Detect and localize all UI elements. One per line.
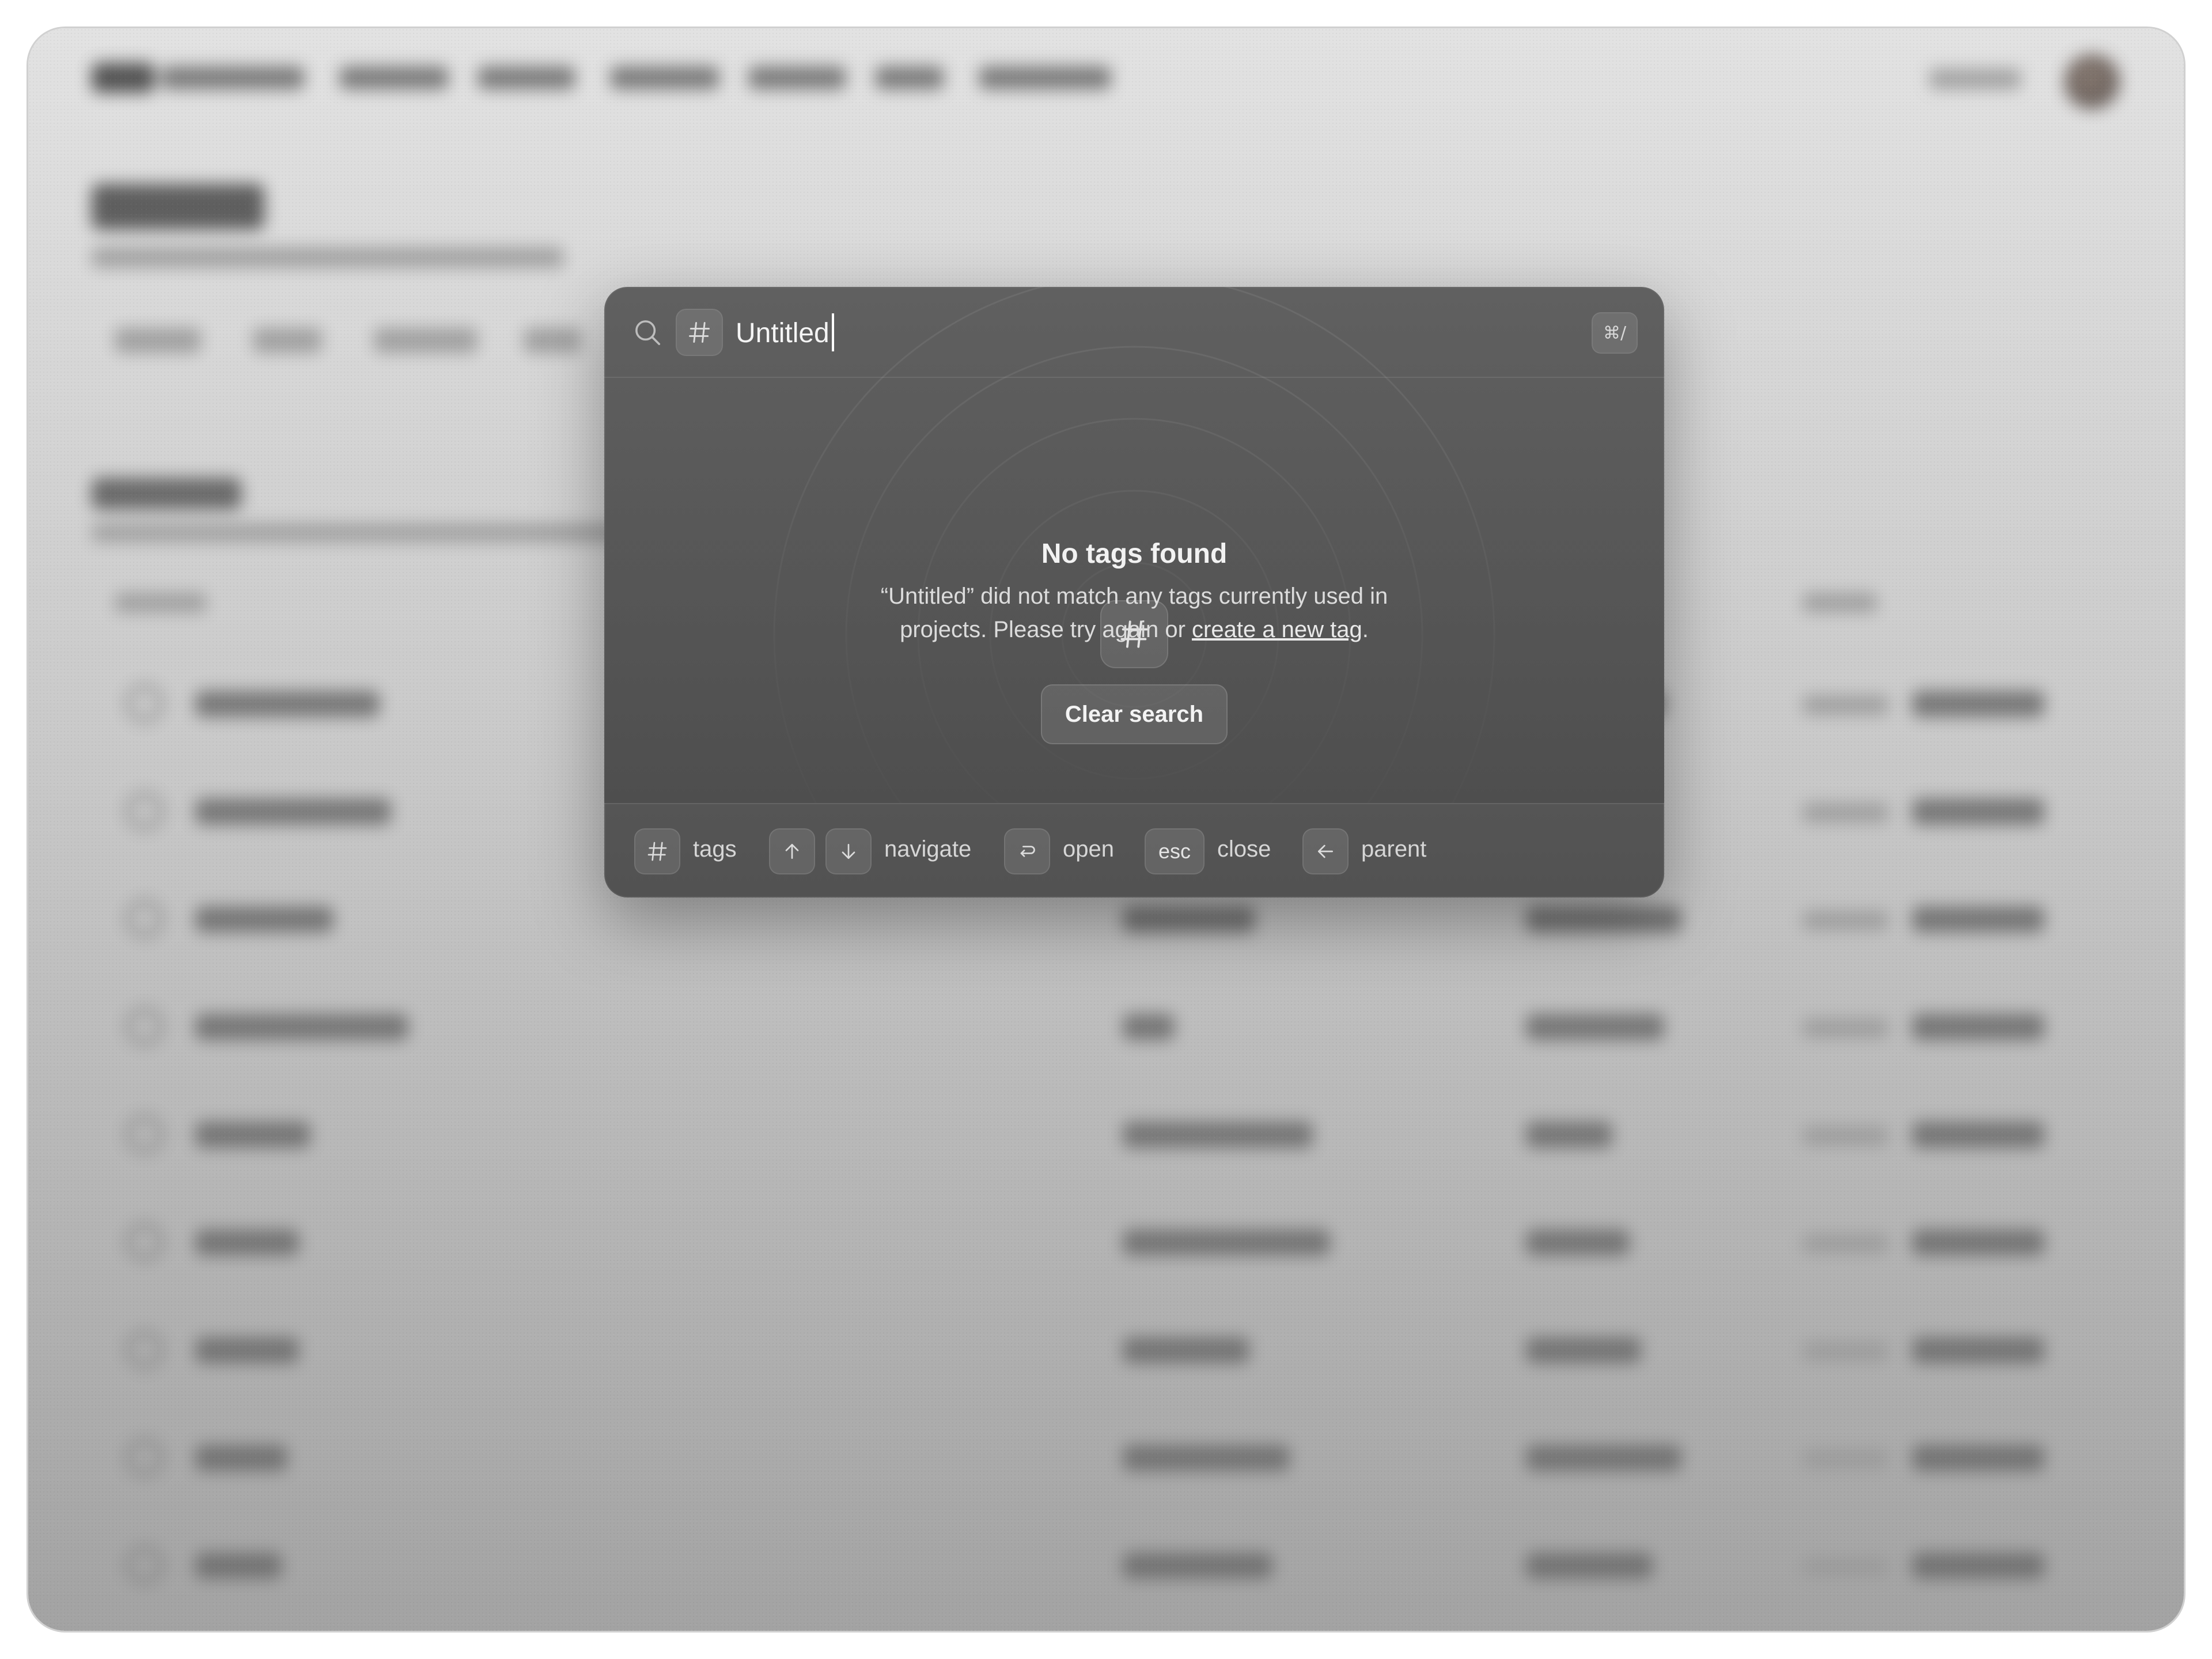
background-row-text — [1802, 911, 1889, 930]
background-row-text — [195, 1445, 287, 1471]
arrow-up-icon — [785, 844, 799, 859]
background-nav-item — [610, 66, 719, 89]
background-row-text — [1802, 695, 1889, 715]
create-tag-link[interactable]: create a new tag — [1192, 617, 1362, 642]
background-table-header — [1802, 593, 1877, 612]
background-table-header — [115, 593, 207, 612]
background-nav-item — [979, 66, 1111, 89]
background-nav-item — [478, 66, 575, 89]
background-row-icon — [126, 1008, 163, 1045]
empty-state-title: No tags found — [1041, 539, 1228, 569]
background-nav-item — [875, 66, 944, 89]
background-row-action — [1912, 1122, 2044, 1148]
enter-key — [1004, 828, 1050, 874]
app-window: ⌘/ — [28, 28, 2184, 1631]
background-row-icon — [126, 685, 163, 722]
empty-state-description-end: . — [1362, 617, 1369, 642]
background-row-text — [195, 1229, 299, 1256]
background-row-text — [1526, 1014, 1664, 1040]
background-row-text — [195, 691, 380, 717]
background-row-action — [1912, 1445, 2044, 1471]
background-tab — [115, 328, 201, 353]
clear-search-button[interactable]: Clear search — [1041, 684, 1228, 744]
background-row-tag — [1123, 906, 1255, 933]
background-row-text — [1802, 1449, 1889, 1469]
background-tab — [374, 328, 478, 353]
background-row-tag — [1123, 1552, 1272, 1579]
esc-key: esc — [1145, 828, 1205, 874]
arrow-down-key — [825, 828, 872, 874]
background-row-action — [1912, 1552, 2044, 1579]
background-row-icon — [126, 793, 163, 830]
background-row-icon — [126, 1439, 163, 1476]
hint-close-label: close — [1217, 836, 1271, 862]
background-row-action — [1912, 1229, 2044, 1256]
background-row-text — [195, 1337, 299, 1363]
background-row-text — [195, 798, 391, 825]
background-row-text — [1526, 1552, 1653, 1579]
background-nav-item — [161, 66, 305, 89]
background-row-action — [1912, 906, 2044, 933]
hash-key — [634, 828, 680, 874]
background-row-tag — [1123, 1122, 1313, 1148]
hint-tags-label: tags — [693, 836, 737, 862]
background-row-tag — [1123, 1014, 1175, 1040]
background-row-text — [1526, 1229, 1630, 1256]
background-logo — [92, 63, 155, 93]
background-section-subtitle — [92, 524, 668, 542]
background-row-text — [1802, 1557, 1889, 1577]
background-row-action — [1912, 1337, 2044, 1363]
background-row-text — [1802, 1126, 1889, 1146]
background-row-text — [1802, 1234, 1889, 1253]
background-row-action — [1912, 798, 2044, 825]
hint-parent-label: parent — [1361, 836, 1427, 862]
background-row-text — [195, 1122, 310, 1148]
tag-search-dialog: ⌘/ — [604, 287, 1664, 897]
hint-open-label: open — [1063, 836, 1114, 862]
background-tab — [253, 328, 322, 353]
background-nav-item — [748, 66, 846, 89]
background-row-tag — [1123, 1445, 1290, 1471]
background-row-text — [1802, 1018, 1889, 1038]
background-row-text — [195, 1552, 282, 1579]
keyboard-hints-footer: tags navigate open esc close parent — [604, 803, 1664, 897]
background-page-subtitle — [92, 247, 564, 268]
background-row-tag — [1123, 1337, 1249, 1363]
background-row-icon — [126, 1116, 163, 1153]
background-row-text — [1526, 1445, 1681, 1471]
hint-navigate-label: navigate — [884, 836, 972, 862]
background-row-text — [1802, 803, 1889, 823]
background-tab — [524, 328, 581, 353]
background-row-text — [1526, 1122, 1612, 1148]
empty-state-description: “Untitled” did not match any tags curren… — [846, 579, 1422, 646]
background-row-icon — [126, 1547, 163, 1584]
background-row-text — [1526, 1337, 1641, 1363]
arrow-left-icon — [1318, 844, 1333, 858]
background-row-tag — [1123, 1229, 1330, 1256]
arrow-up-key — [769, 828, 815, 874]
arrow-left-key — [1302, 828, 1349, 874]
hash-icon — [647, 842, 667, 861]
background-section-title — [92, 478, 241, 510]
enter-icon — [1020, 846, 1035, 857]
background-row-text — [195, 906, 334, 933]
background-row-text — [195, 1014, 408, 1040]
background-row-action — [1912, 691, 2044, 717]
arrow-down-icon — [842, 844, 855, 859]
background-avatar — [2065, 54, 2120, 109]
background-page-title — [92, 184, 264, 230]
background-row-icon — [126, 900, 163, 937]
background-nav-item — [339, 66, 449, 89]
background-row-text — [1802, 1342, 1889, 1361]
background-row-text — [1526, 906, 1681, 933]
background-search — [1929, 69, 2021, 89]
background-row-icon — [126, 1224, 163, 1260]
background-row-action — [1912, 1014, 2044, 1040]
background-row-icon — [126, 1331, 163, 1368]
